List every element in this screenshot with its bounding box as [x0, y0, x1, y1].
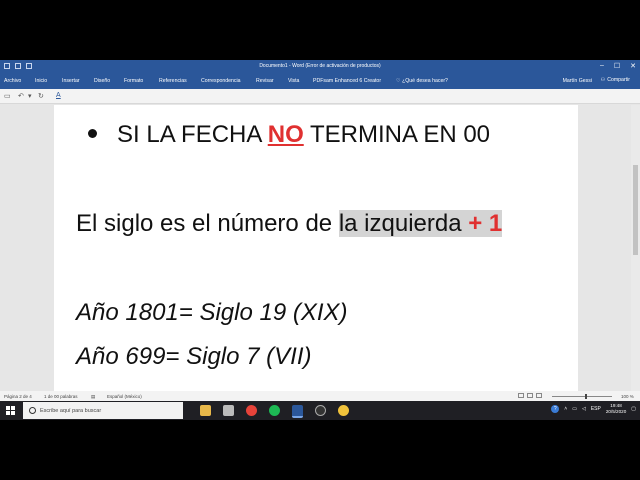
tell-me-box[interactable]: ♡ ¿Qué desea hacer?	[396, 78, 448, 84]
title-bar: Documento1 - Word (Error de activación d…	[0, 60, 640, 74]
tab-referencias[interactable]: Referencias	[159, 78, 187, 84]
notification-icon[interactable]: ▢	[631, 406, 636, 412]
scroll-thumb[interactable]	[633, 165, 638, 255]
tab-archivo[interactable]: Archivo	[4, 78, 21, 84]
windows-start-icon[interactable]	[6, 406, 15, 415]
proofing-icon[interactable]: ▤	[91, 394, 95, 400]
clock-time: 19:48	[610, 403, 622, 408]
text-line-3: Año 1801= Siglo 19 (XIX)	[76, 299, 348, 326]
language-status[interactable]: Español (México)	[107, 394, 142, 399]
person-icon: ⚇	[600, 77, 606, 83]
tab-revisar[interactable]: Revisar	[256, 78, 274, 84]
selected-text: la izquierda + 1	[338, 210, 503, 237]
dropdown-icon[interactable]: ▾	[28, 92, 32, 100]
chrome-icon[interactable]	[246, 405, 257, 416]
zoom-level[interactable]: 100 %	[621, 394, 634, 399]
text-line-2: El siglo es el número de la izquierda + …	[76, 210, 503, 238]
obs-icon[interactable]	[315, 405, 326, 416]
calculator-icon[interactable]	[223, 405, 234, 416]
text-line-4: Año 699= Siglo 7 (VII)	[76, 343, 312, 370]
undo-icon[interactable]: ↶	[18, 92, 24, 100]
line2-plus: + 1	[468, 210, 503, 237]
volume-icon[interactable]: ◁	[582, 406, 586, 412]
ribbon-tabs: Archivo Inicio Insertar Diseño Formato R…	[0, 74, 640, 89]
taskbar: Escribe aquí para buscar ? ˄ ▭ ◁ ESP 19:…	[0, 401, 640, 420]
word-taskbar-icon[interactable]	[292, 405, 303, 418]
tab-vista[interactable]: Vista	[288, 78, 299, 84]
bullet-icon	[88, 129, 97, 139]
document-page[interactable]: SI LA FECHA NO TERMINA EN 00 El siglo es…	[54, 105, 578, 391]
file-explorer-icon[interactable]	[200, 405, 211, 416]
quick-toolbar: ▭ ↶ ▾ ↻ A	[0, 89, 640, 104]
window-title: Documento1 - Word (Error de activación d…	[259, 63, 381, 69]
view-buttons	[518, 393, 542, 398]
status-bar: Página 2 de 4 1 de 00 palabras ▤ Español…	[0, 391, 640, 401]
system-tray: ? ˄ ▭ ◁ ESP 19:48 20/5/2020 ▢	[551, 403, 636, 415]
user-name[interactable]: Martín Gessi	[563, 78, 592, 84]
maximize-button[interactable]: ☐	[614, 62, 620, 70]
clock-date: 20/5/2020	[605, 409, 627, 414]
tab-correspondencia[interactable]: Correspondencia	[201, 78, 241, 84]
taskbar-search[interactable]: Escribe aquí para buscar	[23, 402, 183, 419]
vertical-scrollbar[interactable]	[631, 105, 640, 391]
line2-start: El siglo es el número de	[76, 210, 339, 237]
redo-icon[interactable]: ↻	[38, 92, 44, 100]
tell-me-text: ¿Qué desea hacer?	[402, 78, 448, 84]
zoom-handle[interactable]	[585, 394, 587, 399]
save-icon[interactable]: ▭	[4, 92, 11, 100]
spotify-icon[interactable]	[269, 405, 280, 416]
line2-highlight: la izquierda	[338, 210, 469, 237]
line1-start: SI LA FECHA	[117, 121, 268, 148]
share-button[interactable]: ⚇ Compartir	[601, 77, 630, 83]
tab-insertar[interactable]: Insertar	[62, 78, 80, 84]
share-label: Compartir	[607, 77, 630, 83]
zoom-slider[interactable]	[552, 394, 612, 399]
font-color-icon[interactable]: A	[56, 92, 61, 99]
help-icon[interactable]: ?	[551, 405, 560, 413]
chevron-up-icon[interactable]: ˄	[564, 406, 567, 412]
clock[interactable]: 19:48 20/5/2020	[606, 403, 626, 415]
text-line-1: SI LA FECHA NO TERMINA EN 00	[88, 121, 490, 149]
tab-diseno[interactable]: Diseño	[94, 78, 110, 84]
read-mode-icon[interactable]	[518, 393, 524, 398]
network-icon[interactable]: ▭	[572, 406, 577, 412]
word-count[interactable]: 1 de 00 palabras	[44, 394, 78, 399]
line1-no: NO	[267, 121, 304, 148]
keyboard-language[interactable]: ESP	[591, 406, 601, 412]
tab-formato[interactable]: Formato	[124, 78, 143, 84]
line1-end: TERMINA EN 00	[303, 121, 491, 148]
tab-inicio[interactable]: Inicio	[35, 78, 47, 84]
search-placeholder: Escribe aquí para buscar	[40, 408, 102, 414]
search-icon	[29, 407, 36, 414]
window-controls: – ☐ ✕	[600, 62, 636, 70]
media-player-icon[interactable]	[338, 405, 349, 416]
print-layout-icon[interactable]	[527, 393, 533, 398]
word-window: Documento1 - Word (Error de activación d…	[0, 60, 640, 420]
web-layout-icon[interactable]	[536, 393, 542, 398]
page-count[interactable]: Página 2 de 4	[4, 394, 32, 399]
minimize-button[interactable]: –	[600, 62, 604, 70]
tab-pdfsam[interactable]: PDFsam Enhanced 6 Creator	[313, 78, 381, 84]
close-button[interactable]: ✕	[630, 62, 636, 70]
